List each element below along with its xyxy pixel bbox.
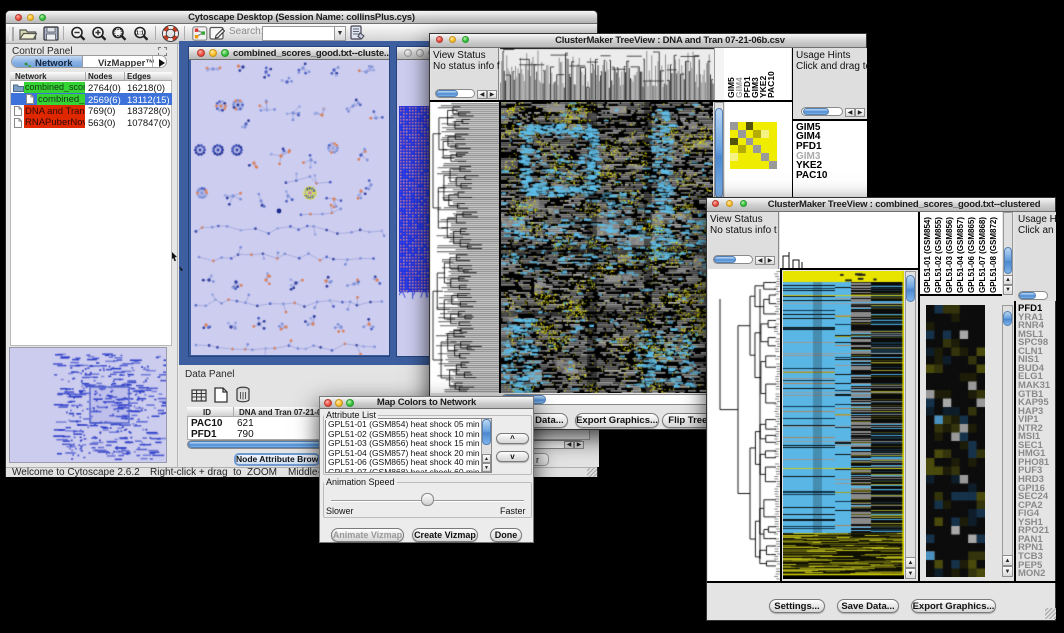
svg-text:1:1: 1:1	[136, 30, 144, 36]
